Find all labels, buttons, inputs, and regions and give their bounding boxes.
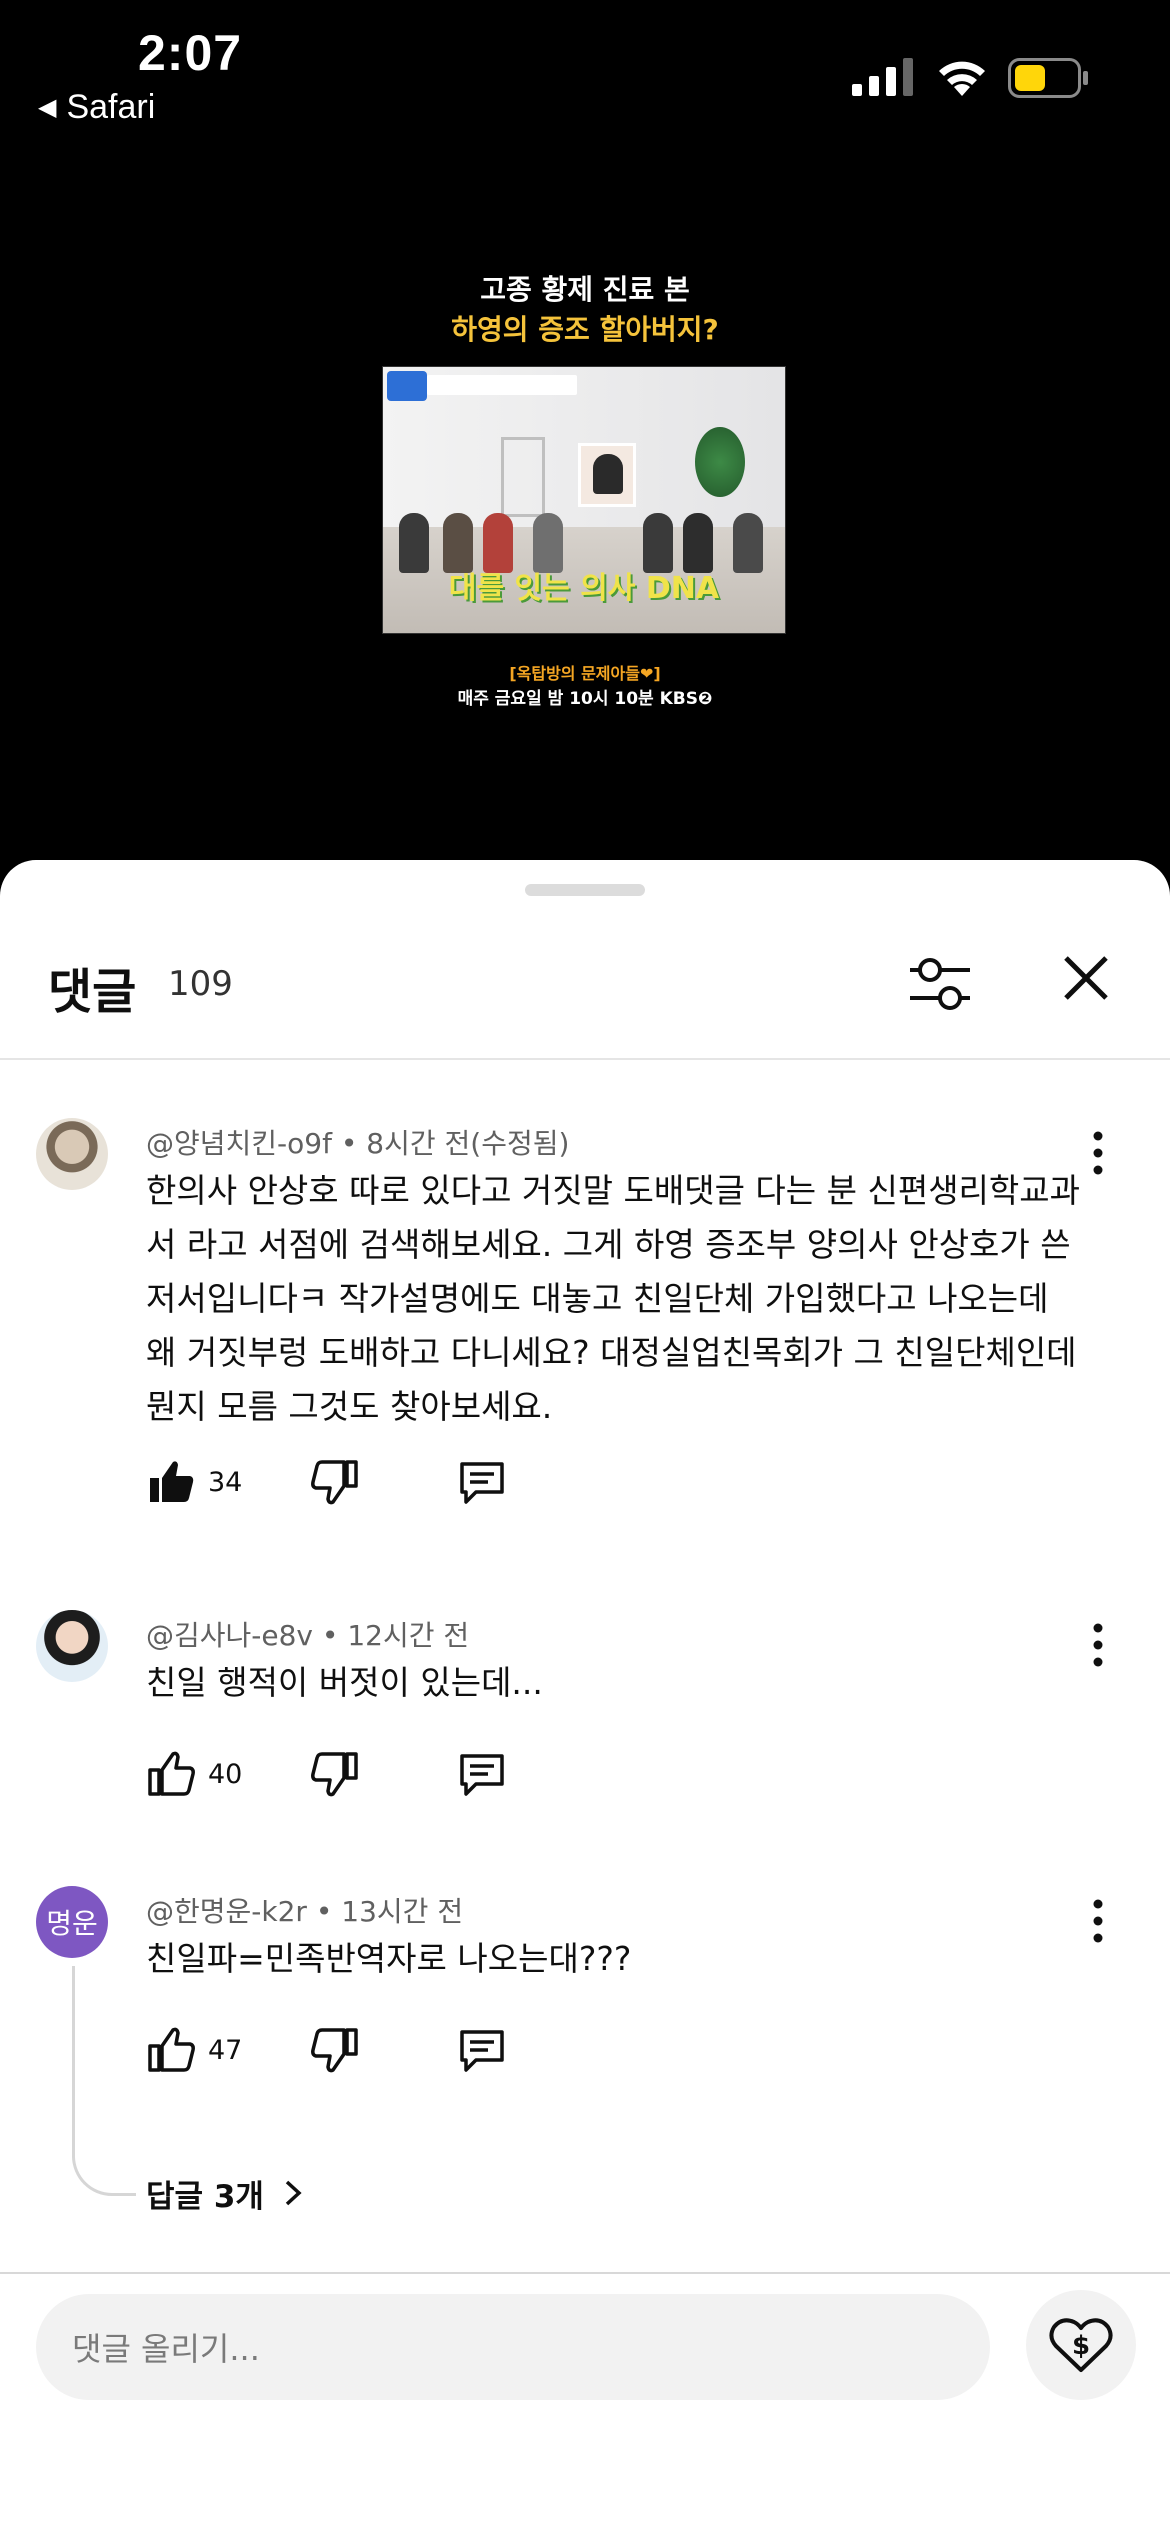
reply-thread-line [72,1966,136,2196]
header-divider [0,1058,1170,1060]
status-time: 2:07 [138,25,243,81]
dislike-button[interactable] [308,1452,360,1512]
comment-text: 친일파=민족반역자로 나오는대??? [146,1939,632,1978]
reply-button[interactable] [456,1452,508,1512]
thumbs-down-icon [311,1752,358,1797]
comment-meta: @양념치킨-o9f • 8시간 전(수정됨) [146,1127,570,1160]
portrait-image [578,443,636,507]
avatar[interactable] [36,1610,108,1682]
cellular-signal-icon [852,58,913,96]
avatar[interactable]: 명운 [36,1886,108,1958]
reply-comment-icon [460,1462,504,1504]
composer-divider [0,2272,1170,2274]
comment-time: 12시간 전 [347,1619,470,1652]
comment-author[interactable]: @김사나-e8v [146,1619,313,1652]
video-title-line2: 하영의 증조 할아버지? [451,313,719,346]
comment-input-placeholder: 댓글 올리기... [72,2330,260,2368]
comment-time: 13시간 전 [341,1895,464,1928]
comment-author[interactable]: @양념치킨-o9f [146,1127,332,1160]
thumbs-up-icon [148,1751,195,1796]
svg-text:$: $ [1072,2331,1090,2361]
thumbs-up-filled-icon [150,1461,194,1502]
comment-input[interactable]: 댓글 올리기... [36,2294,990,2400]
status-bar: 2:07 ◀ Safari [0,0,1170,140]
video-title-line1: 고종 황제 진료 본 [480,273,690,306]
like-count: 47 [208,2034,243,2066]
thumbs-down-icon [311,1460,358,1505]
like-button[interactable]: 34 [146,1452,242,1512]
avatar[interactable] [36,1118,108,1190]
video-schedule: 매주 금요일 밤 10시 10분 KBS❷ [457,689,713,709]
more-options-icon[interactable] [1080,1620,1116,1670]
more-options-icon[interactable] [1080,1128,1116,1178]
video-frame: 대를 잇는 의사 DNA [382,366,786,634]
comments-title: 댓글 [48,964,137,1020]
comment-meta: @한명운-k2r • 13시간 전 [146,1895,464,1928]
video-overlay-text: 대를 잇는 의사 DNA [448,571,720,606]
comment-meta: @김사나-e8v • 12시간 전 [146,1619,470,1652]
comment-time: 8시간 전(수정됨) [366,1127,570,1160]
reply-comment-icon [460,2030,504,2072]
battery-icon [1008,58,1088,98]
wifi-icon [939,61,985,96]
comment-text: 한의사 안상호 따로 있다고 거짓말 도배댓글 다는 분 신편생리학교과서 라고… [146,1171,1080,1426]
back-app-label: Safari [66,88,156,126]
heart-dollar-icon: $ [1049,2318,1113,2372]
reply-button[interactable] [456,2020,508,2080]
filter-sort-icon[interactable] [906,952,974,1016]
video-promo: [옥탑방의 문제아들❤] [509,664,661,683]
comments-count: 109 [168,964,233,1004]
back-arrow-icon: ◀ [38,94,57,121]
video-player[interactable]: 고종 황제 진료 본 하영의 증조 할아버지? 대를 잇는 의사 DNA [옥탑… [0,140,1170,860]
thumbs-up-icon [148,2027,195,2072]
like-count: 40 [208,1758,243,1790]
replies-label: 답글 3개 [146,2178,264,2215]
like-button[interactable]: 40 [146,1744,242,1804]
view-replies-button[interactable]: 답글 3개 [146,2168,308,2218]
comments-sheet: 댓글 109 @양념치킨-o9f • 8시간 전(수정됨) 한의사 안상호 따로… [0,860,1170,2532]
drag-handle[interactable] [525,884,645,896]
comment-text: 친일 행적이 버젓이 있는데... [146,1663,543,1702]
more-options-icon[interactable] [1080,1896,1116,1946]
show-logo [387,371,427,401]
like-button[interactable]: 47 [146,2020,242,2080]
dislike-button[interactable] [308,2020,360,2080]
avatar-initials: 명운 [46,1907,98,1940]
back-to-app-link[interactable]: ◀ Safari [38,88,155,127]
close-icon[interactable] [1060,952,1112,1004]
chevron-right-icon [285,2180,302,2206]
thumbs-down-icon [311,2028,358,2073]
dislike-button[interactable] [308,1744,360,1804]
reply-button[interactable] [456,1744,508,1804]
caption-box [427,375,577,395]
super-thanks-button[interactable]: $ [1026,2290,1136,2400]
like-count: 34 [208,1466,243,1498]
reply-comment-icon [460,1754,504,1796]
comment-author[interactable]: @한명운-k2r [146,1895,307,1928]
